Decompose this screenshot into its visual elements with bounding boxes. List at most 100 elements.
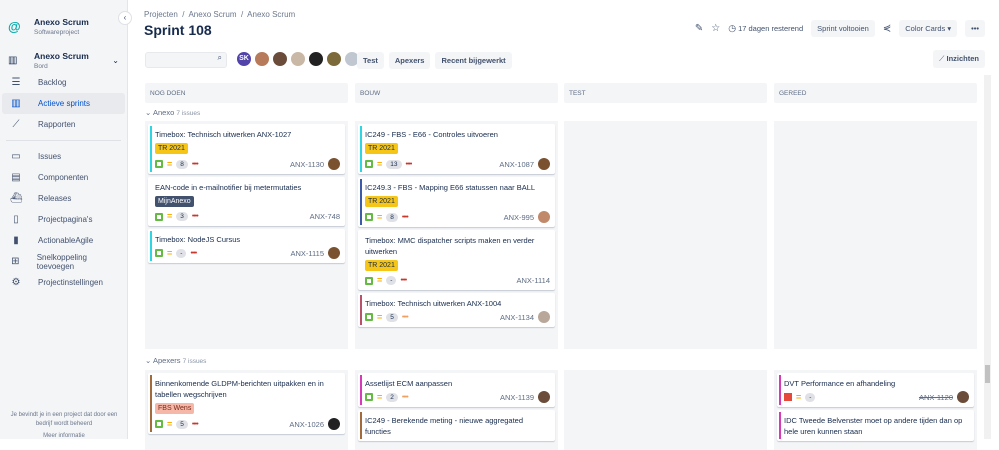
issue-key[interactable]: ANX-1115 <box>291 248 325 259</box>
board-selector[interactable]: ▥ Anexo Scrum Bord ⌄ <box>0 44 127 70</box>
color-cards-button[interactable]: Color Cards ▾ <box>899 20 958 37</box>
assignee-avatar[interactable] <box>328 247 340 259</box>
issue-card[interactable]: Timebox: Technisch uitwerken ANX-1004 = 5 •… <box>358 293 555 327</box>
assignee-avatar[interactable] <box>538 311 550 323</box>
issue-card[interactable]: Timebox: NodeJS Cursus = - •••• ANX-1115 <box>148 229 345 263</box>
issue-card[interactable]: IC249 - Berekende meting - nieuwe aggreg… <box>358 410 555 441</box>
bar-chart-icon: ▮ <box>13 235 19 246</box>
sidebar-item-settings[interactable]: ⚙ Projectinstellingen <box>2 272 125 293</box>
priority-medium-icon: = <box>377 158 383 169</box>
assignee-avatar[interactable] <box>957 391 969 403</box>
column-body: Binnenkomende GLDPM-berichten uitpakken … <box>145 370 348 450</box>
filter-test[interactable]: Test <box>357 52 384 69</box>
issue-key[interactable]: ANX-1139 <box>500 392 534 403</box>
issue-key[interactable]: ANX-1114 <box>517 275 551 286</box>
issue-card[interactable]: Timebox: MMC dispatcher scripts maken en… <box>358 230 555 290</box>
page-icon: ▯ <box>13 214 19 225</box>
issue-card[interactable]: Binnenkomende GLDPM-berichten uitpakken … <box>148 373 345 434</box>
scrollbar[interactable] <box>984 75 991 439</box>
filter-recent[interactable]: Recent bijgewerkt <box>435 52 512 69</box>
story-icon <box>155 420 163 428</box>
story-points: 8 <box>386 212 398 222</box>
issue-key[interactable]: ANX-995 <box>504 212 534 223</box>
avatar[interactable] <box>290 51 306 67</box>
sidebar-item-backlog[interactable]: ☰ Backlog <box>2 72 125 93</box>
sidebar-item-label: Componenten <box>38 173 89 182</box>
story-icon <box>365 160 373 168</box>
progress-dots-icon: •••• <box>401 313 409 321</box>
more-info-link[interactable]: Meer informatie <box>4 432 124 441</box>
issue-card[interactable]: Timebox: Technisch uitwerken ANX-1027 TR … <box>148 124 345 174</box>
issue-card[interactable]: IC249.3 - FBS - Mapping E66 statussen na… <box>358 177 555 227</box>
card-label: TR 2021 <box>365 196 398 207</box>
avatar[interactable]: SK <box>236 51 252 67</box>
sidebar-item-actionableagile[interactable]: ▮ ActionableAgile <box>2 230 125 251</box>
issue-card[interactable]: IDC Tweede Belvenster moet op andere tij… <box>777 410 974 441</box>
sidebar-item-add-shortcut[interactable]: ⊞ Snelkoppeling toevoegen <box>2 251 125 272</box>
sidebar-item-components[interactable]: ▤ Componenten <box>2 167 125 188</box>
chart-icon: ⟋ <box>12 119 20 130</box>
avatar[interactable] <box>308 51 324 67</box>
insights-label: Inzichten <box>946 54 979 63</box>
sidebar-item-label: Projectinstellingen <box>38 278 103 287</box>
issue-card[interactable]: DVT Performance en afhandeling = - ANX-1120 <box>777 373 974 407</box>
issue-card[interactable]: EAN-code in e-mailnotifier bij metermuta… <box>148 177 345 226</box>
issue-card[interactable]: IC249 - FBS - E66 - Controles uitvoeren T… <box>358 124 555 174</box>
feedback-icon[interactable]: ✎ <box>695 23 703 34</box>
complete-sprint-button[interactable]: Sprint voltooien <box>811 20 875 37</box>
column-body: IC249 - FBS - E66 - Controles uitvoeren T… <box>355 121 558 349</box>
card-label: MijnAnexo <box>155 196 194 207</box>
card-title: IC249 - Berekende meting - nieuwe aggreg… <box>365 416 524 436</box>
project-type: Softwareproject <box>34 28 80 36</box>
sidebar-item-reports[interactable]: ⟋ Rapporten <box>2 114 125 135</box>
issue-key[interactable]: ANX-1026 <box>289 419 324 430</box>
sidebar-item-project-pages[interactable]: ▯ Projectpagina's <box>2 209 125 230</box>
progress-dots-icon: •••• <box>401 393 409 401</box>
project-header[interactable]: @ Anexo Scrum Softwareproject <box>0 0 127 40</box>
avatar[interactable] <box>326 51 342 67</box>
sidebar-item-issues[interactable]: ▭ Issues <box>2 146 125 167</box>
sidebar-item-label: Releases <box>38 194 72 203</box>
breadcrumb: Projecten / Anexo Scrum / Anexo Scrum <box>144 10 296 19</box>
issue-key[interactable]: ANX-748 <box>310 211 340 222</box>
avatar[interactable] <box>254 51 270 67</box>
assignee-avatar[interactable] <box>538 158 550 170</box>
issue-key[interactable]: ANX-1087 <box>499 159 534 170</box>
backlog-icon: ☰ <box>11 77 21 88</box>
sidebar-item-releases[interactable]: ⛴ Releases <box>2 188 125 209</box>
story-points: - <box>176 248 187 258</box>
breadcrumb-item[interactable]: Projecten <box>144 10 178 19</box>
assignee-avatar[interactable] <box>538 211 550 223</box>
swimlane-count: 7 issues <box>182 358 207 365</box>
breadcrumb-item[interactable]: Anexo Scrum <box>188 10 236 19</box>
search-input[interactable]: ⌕ <box>145 52 227 68</box>
priority-medium-icon: = <box>167 158 173 169</box>
share-icon[interactable]: ⋞ <box>883 23 891 34</box>
story-icon <box>365 313 373 321</box>
breadcrumb-item[interactable]: Anexo Scrum <box>247 10 295 19</box>
assignee-avatar[interactable] <box>328 158 340 170</box>
quick-filters: Test Apexers Recent bijgewerkt <box>357 52 512 69</box>
issue-card[interactable]: Assetlijst ECM aanpassen = 2 •••• ANX-1139 <box>358 373 555 407</box>
swimlane-header[interactable]: ⌄ Apexers 7 issues <box>145 356 206 365</box>
more-button[interactable]: ••• <box>965 20 985 37</box>
board-icon: ▥ <box>8 54 18 66</box>
assignee-avatar[interactable] <box>328 418 340 430</box>
star-icon[interactable]: ☆ <box>711 23 720 34</box>
story-icon <box>365 393 373 401</box>
card-label: TR 2021 <box>365 260 398 271</box>
swimlane-header[interactable]: ⌄ Anexo 7 issues <box>145 108 200 117</box>
sidebar-item-active-sprints[interactable]: ▥ Actieve sprints <box>2 93 125 114</box>
issue-key[interactable]: ANX-1134 <box>500 312 534 323</box>
collapse-sidebar-button[interactable]: ‹ <box>118 11 132 25</box>
issue-key[interactable]: ANX-1120 <box>919 392 953 403</box>
assignee-avatar[interactable] <box>538 391 550 403</box>
column-body: DVT Performance en afhandeling = - ANX-1120… <box>774 370 977 450</box>
filter-apexers[interactable]: Apexers <box>388 52 431 69</box>
avatar[interactable] <box>272 51 288 67</box>
progress-dots-icon: •••• <box>401 213 409 221</box>
bug-icon <box>784 393 792 401</box>
scrollbar-thumb[interactable] <box>985 365 990 383</box>
issue-key[interactable]: ANX-1130 <box>290 159 324 170</box>
insights-button[interactable]: ⟋ Inzichten <box>933 50 985 68</box>
